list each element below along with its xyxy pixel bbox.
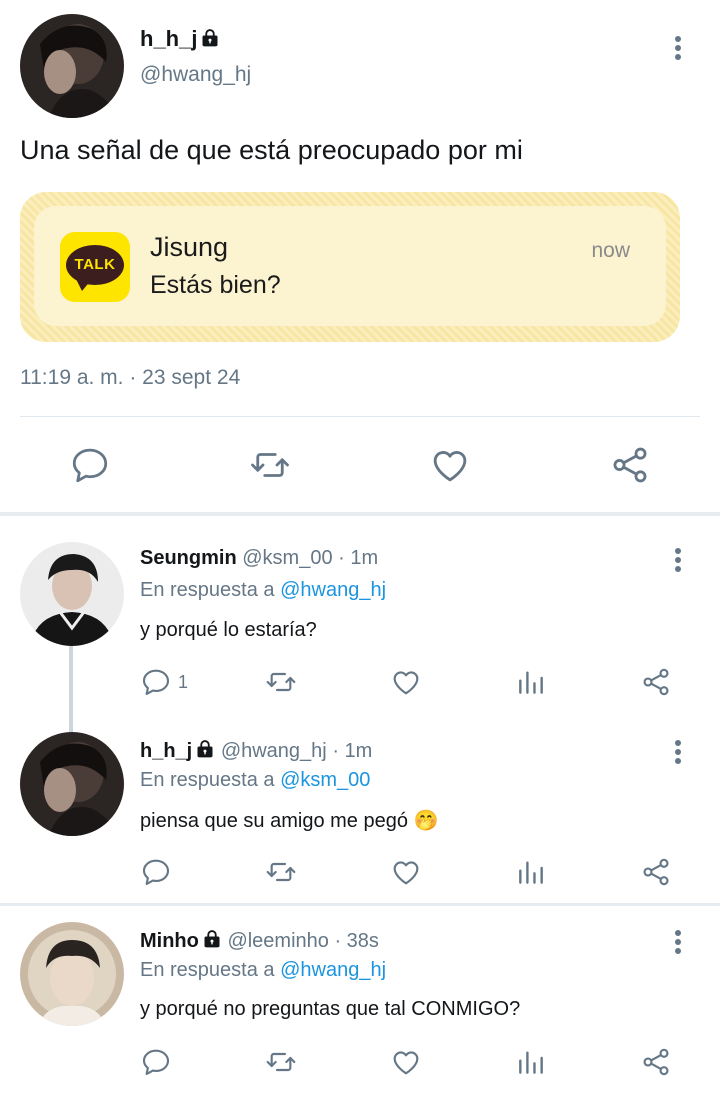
reply-icon[interactable]	[140, 856, 172, 888]
reply-context: En respuesta a @hwang_hj	[140, 959, 387, 981]
reply-header: Seungmin @ksm_00 · 1m	[140, 547, 378, 570]
reply-author-handle[interactable]: @hwang_hj	[221, 740, 327, 762]
retweet-icon[interactable]	[249, 444, 291, 486]
reply-text: y porqué lo estaría?	[140, 619, 317, 641]
reply-author-name[interactable]: Minho	[140, 930, 199, 952]
author-handle[interactable]: @hwang_hj	[140, 63, 251, 87]
retweet-icon[interactable]	[265, 856, 297, 888]
divider	[20, 416, 700, 417]
reply-author-handle[interactable]: @leeminho	[227, 930, 328, 952]
notification-time: now	[591, 239, 630, 262]
reply-time: · 1m	[332, 740, 373, 762]
reply-count: 1	[178, 672, 189, 692]
notification-sender: Jisung	[150, 232, 229, 262]
more-options-icon[interactable]	[668, 33, 688, 63]
tweet-timestamp[interactable]: 11:19 a. m. · 23 sept 24	[20, 366, 240, 390]
lock-icon	[200, 28, 220, 48]
share-icon[interactable]	[609, 444, 651, 486]
like-icon[interactable]	[390, 666, 422, 698]
reply-author-handle[interactable]: @ksm_00	[242, 547, 332, 569]
author-avatar[interactable]	[20, 14, 124, 118]
reply-icon[interactable]	[140, 1046, 172, 1078]
avatar-photo	[20, 542, 124, 646]
like-icon[interactable]	[390, 856, 422, 888]
share-icon[interactable]	[640, 856, 672, 888]
retweet-icon[interactable]	[265, 1046, 297, 1078]
notification-card: TALK Jisung Estás bien? now	[34, 206, 666, 326]
reply-author-name[interactable]: h_h_j	[140, 740, 192, 762]
more-options-icon[interactable]	[668, 545, 688, 575]
reply-avatar[interactable]	[20, 922, 124, 1026]
reply-author-name[interactable]: Seungmin	[140, 547, 237, 569]
mention-link[interactable]: @hwang_hj	[280, 959, 386, 981]
reply-context: En respuesta a @hwang_hj	[140, 579, 387, 601]
reply-icon[interactable]	[140, 666, 172, 698]
stats-icon[interactable]	[515, 856, 547, 888]
lock-icon	[195, 739, 215, 759]
reply-text: y porqué no preguntas que tal CONMIGO?	[140, 998, 521, 1020]
section-divider	[0, 512, 720, 516]
reply-header: Minho @leeminho · 38s	[140, 929, 379, 953]
reply-context: En respuesta a @ksm_00	[140, 769, 371, 791]
notification-message: Estás bien?	[150, 271, 281, 299]
lock-icon	[202, 929, 222, 949]
thread-line	[69, 646, 73, 734]
author-name[interactable]: h_h_j	[140, 26, 220, 52]
more-options-icon[interactable]	[668, 737, 688, 767]
notification-image[interactable]: TALK Jisung Estás bien? now	[20, 192, 680, 342]
reply-text: piensa que su amigo me pegó 🤭	[140, 810, 439, 832]
avatar-photo	[20, 14, 124, 118]
mention-link[interactable]: @ksm_00	[280, 769, 370, 791]
avatar-photo	[20, 732, 124, 836]
stats-icon[interactable]	[515, 666, 547, 698]
stats-icon[interactable]	[515, 1046, 547, 1078]
section-divider	[0, 903, 720, 906]
reply-time: · 38s	[334, 930, 379, 952]
share-icon[interactable]	[640, 666, 672, 698]
reply-icon[interactable]	[69, 444, 111, 486]
mention-link[interactable]: @hwang_hj	[280, 579, 386, 601]
kakaotalk-app-icon: TALK	[60, 232, 130, 302]
more-options-icon[interactable]	[668, 927, 688, 957]
avatar-photo	[20, 922, 124, 1026]
share-icon[interactable]	[640, 1046, 672, 1078]
reply-avatar[interactable]	[20, 542, 124, 646]
reply-header: h_h_j @hwang_hj · 1m	[140, 739, 372, 763]
like-icon[interactable]	[429, 444, 471, 486]
retweet-icon[interactable]	[265, 666, 297, 698]
reply-time: · 1m	[338, 547, 379, 569]
tweet-text: Una señal de que está preocupado por mi	[20, 135, 523, 165]
like-icon[interactable]	[390, 1046, 422, 1078]
reply-avatar[interactable]	[20, 732, 124, 836]
